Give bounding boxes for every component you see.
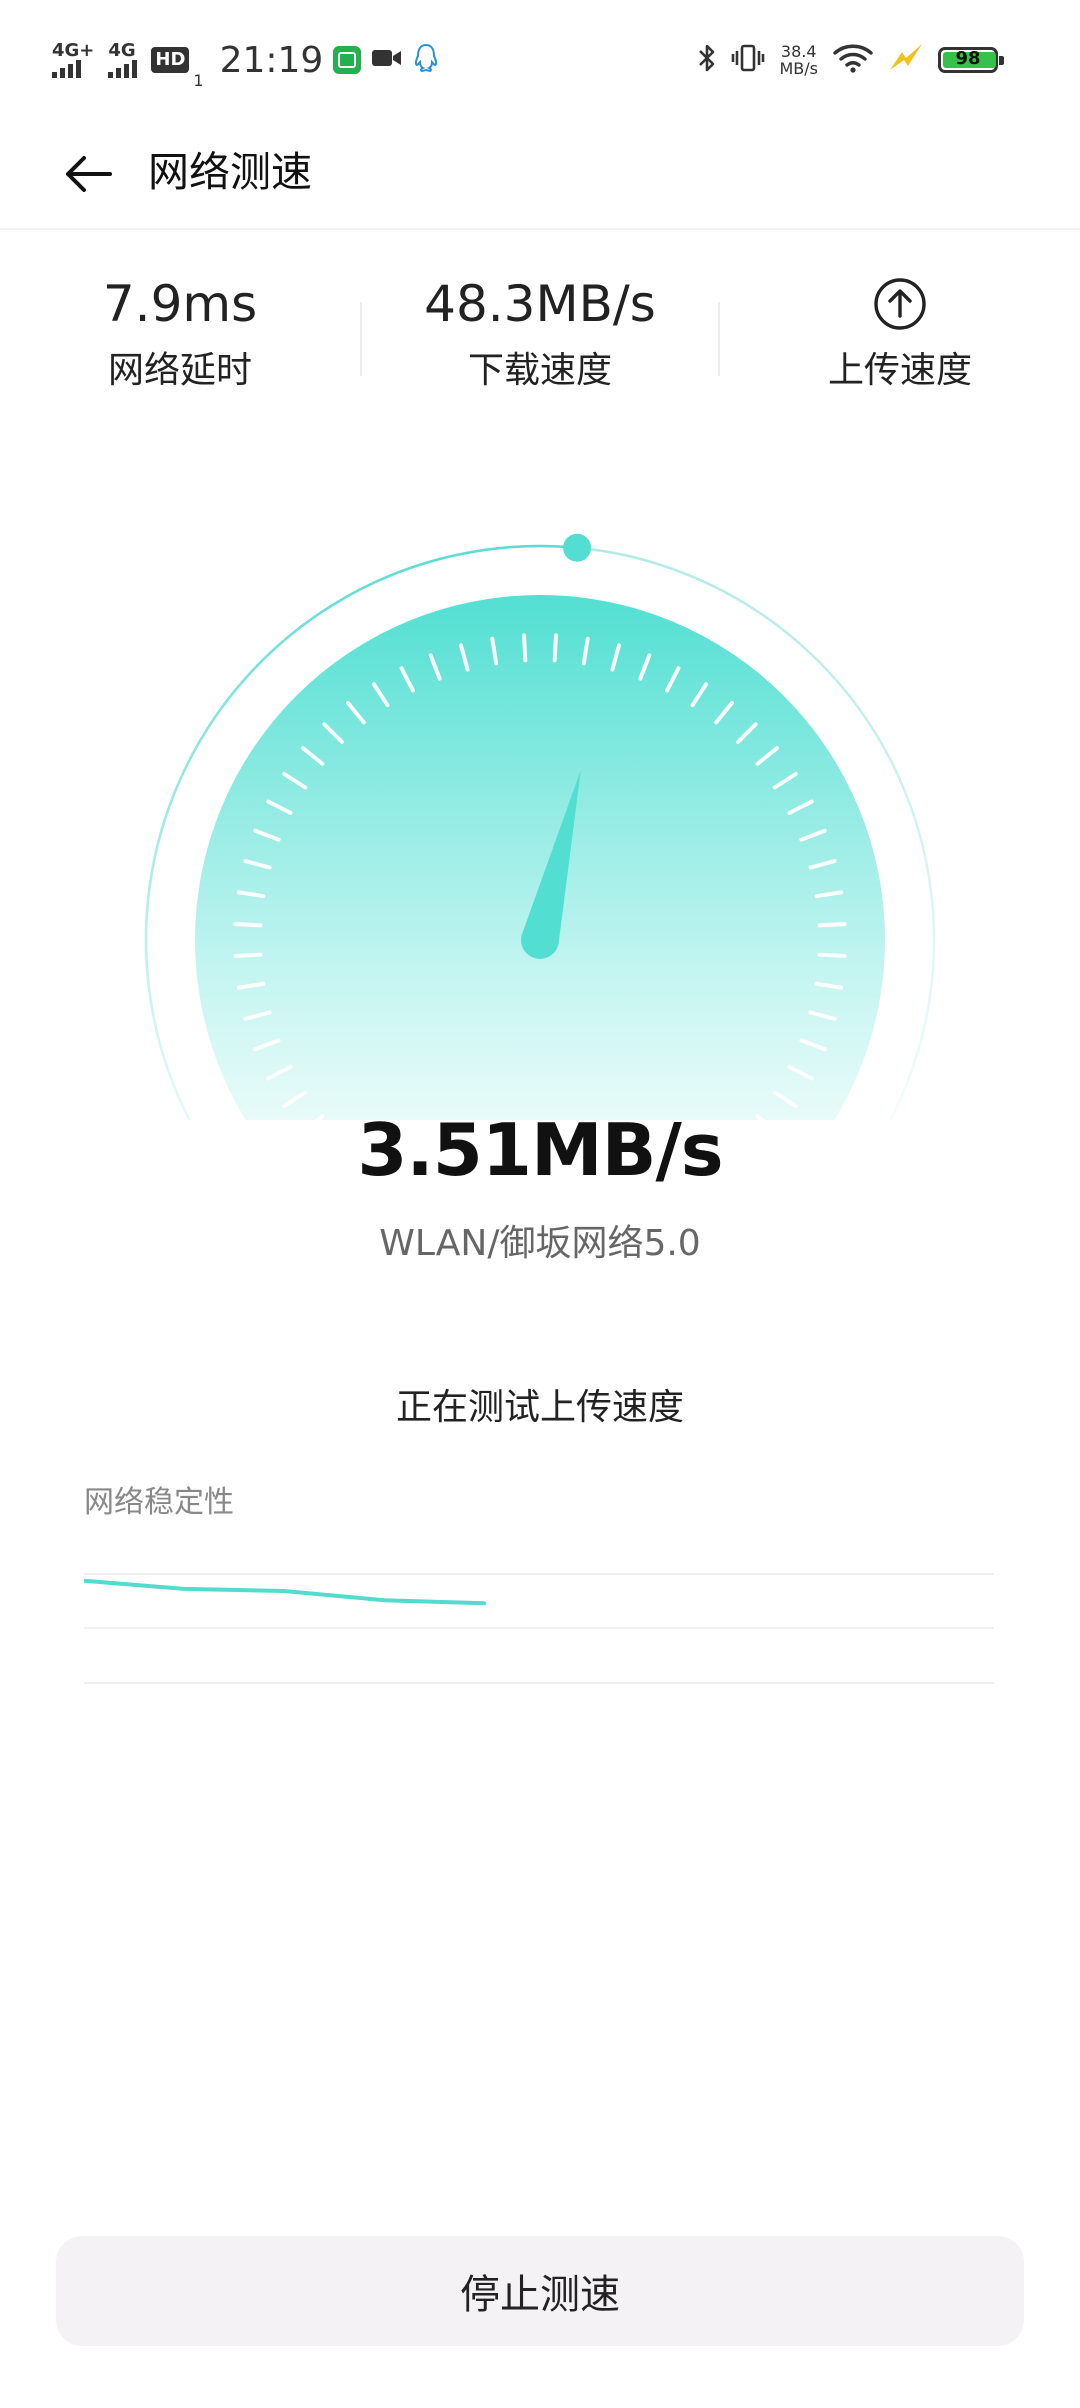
gauge-needle-hub: [521, 921, 559, 959]
hd-badge: HD: [151, 47, 190, 73]
signal-label: 4G: [108, 40, 136, 61]
battery-level: 98: [955, 48, 981, 69]
battery-cap: [999, 56, 1004, 65]
stats-row: 7.9ms 网络延时 48.3MB/s 下载速度 上传速度: [0, 262, 1080, 422]
gauge-tick: [233, 952, 263, 958]
back-arrow-icon: [66, 156, 112, 192]
app-header: 网络测速: [0, 120, 1080, 232]
network-name: WLAN/御坂网络5.0: [379, 1223, 701, 1264]
latency-label: 网络延时: [107, 350, 252, 391]
signal-4g-plus: 4G+: [52, 42, 94, 78]
bluetooth-icon: [697, 42, 717, 78]
gauge-tick: [817, 952, 847, 958]
wifi-icon: [832, 42, 874, 78]
stability-chart: [82, 1540, 994, 1700]
signal-label: 4G+: [52, 40, 95, 61]
gauge-tick: [817, 922, 847, 928]
latency-stat: 7.9ms 网络延时: [0, 262, 360, 422]
download-stat: 48.3MB/s 下载速度: [360, 262, 720, 422]
current-speed: 3.51MB/s: [357, 1108, 723, 1192]
gauge-tick: [522, 633, 528, 663]
gauge-graphic: [144, 533, 936, 1336]
stop-test-button[interactable]: 停止测速: [56, 2236, 1024, 2346]
upload-label: 上传速度: [827, 350, 972, 391]
upload-arrow-icon: [874, 278, 926, 330]
iqiyi-icon: [333, 46, 362, 74]
gauge-tick: [552, 633, 558, 663]
hd-sub: 1: [193, 71, 204, 90]
gauge-dial: [195, 595, 885, 1285]
charging-icon: [888, 42, 924, 78]
page-title: 网络测速: [148, 148, 312, 196]
signal-bars-icon: [108, 60, 138, 78]
gauge-progress-dot: [563, 533, 592, 562]
signal-bars-icon: [52, 60, 81, 78]
speed-gauge: [0, 520, 1080, 1336]
status-time: 21:19: [219, 39, 324, 81]
vibrate-icon: [731, 42, 765, 78]
video-icon: [371, 47, 403, 73]
upload-stat: 上传速度: [720, 262, 1080, 422]
download-value: 48.3MB/s: [424, 275, 656, 333]
header-divider: [0, 228, 1080, 230]
download-label: 下载速度: [467, 350, 612, 391]
battery-icon: 98: [938, 47, 1004, 73]
status-bar-left: 4G+ 4G HD 1 21:19: [52, 30, 439, 90]
stat-divider: [360, 302, 362, 376]
testing-status: 正在测试上传速度: [395, 1387, 684, 1428]
latency-value: 7.9ms: [102, 275, 258, 333]
qq-icon: [413, 43, 439, 77]
upload-status: [720, 262, 1080, 346]
stability-label: 网络稳定性: [84, 1485, 234, 1520]
net-speed-value: 38.4: [780, 42, 817, 61]
net-speed-unit: MB/s: [779, 59, 818, 78]
back-button[interactable]: [56, 142, 120, 206]
status-bar: 4G+ 4G HD 1 21:19 38.4 MB/s 98: [0, 0, 1080, 120]
stability-line: [82, 1578, 486, 1606]
status-bar-right: 38.4 MB/s 98: [697, 30, 1004, 90]
stability-graph: [82, 1573, 994, 1684]
signal-4g: 4G: [108, 40, 138, 78]
gauge-tick: [233, 922, 263, 928]
network-speed-indicator: 38.4 MB/s: [779, 43, 818, 77]
